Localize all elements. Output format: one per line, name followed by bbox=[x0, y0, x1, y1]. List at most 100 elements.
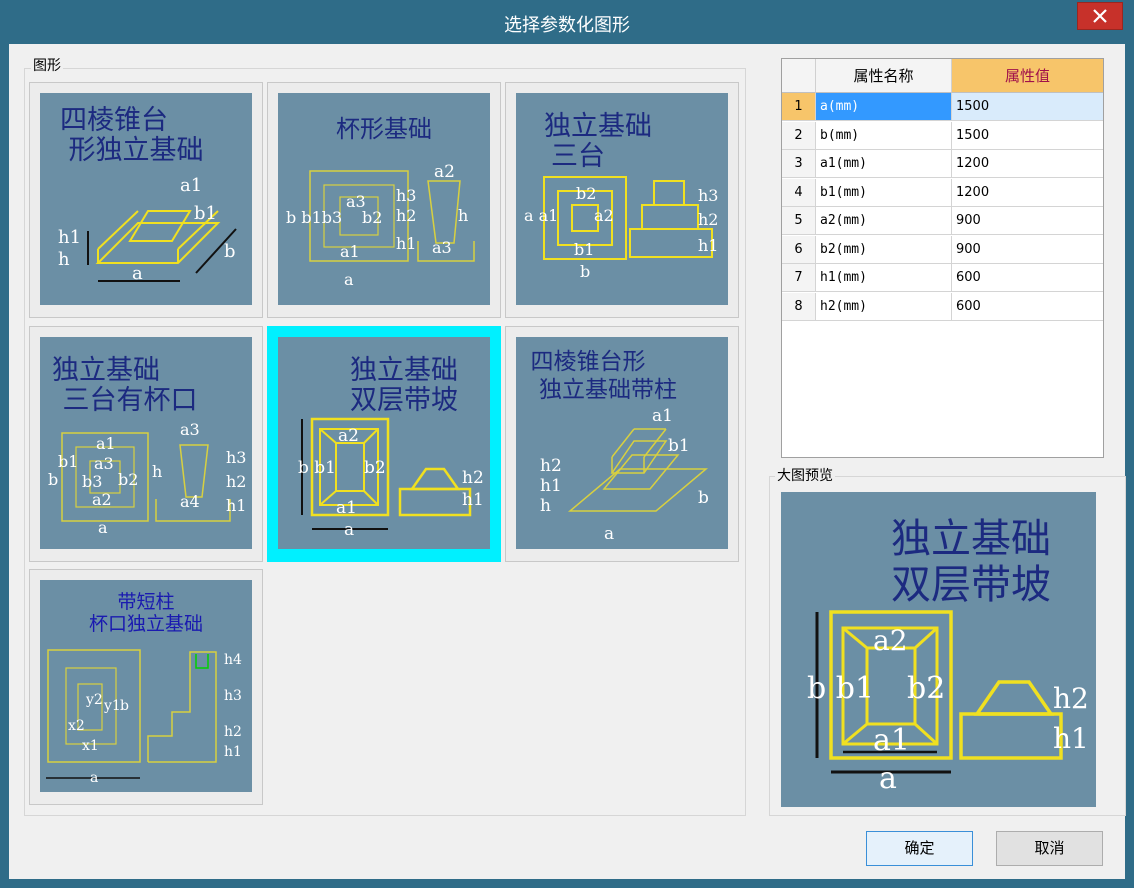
dim-label: a1 bbox=[652, 406, 673, 426]
preview-group-label: 大图预览 bbox=[775, 468, 835, 484]
property-name-cell[interactable]: b2(mm) bbox=[816, 235, 952, 264]
row-index-cell: 7 bbox=[782, 264, 816, 292]
dim-label: a a1 bbox=[524, 206, 558, 225]
property-value-cell[interactable]: 600 bbox=[952, 264, 1103, 292]
preview-dim-label: h2 bbox=[1053, 682, 1089, 715]
shape-tile-独立基础三台有杯口[interactable]: 独立基础 三台有杯口 a3 a1 b1 a3 b b3 b2 a2 h h3 h… bbox=[29, 326, 263, 562]
dim-label: y1 bbox=[103, 698, 121, 714]
preview-title-line: 独立基础 bbox=[891, 516, 1051, 562]
dim-label: a1 bbox=[96, 434, 116, 453]
dim-label: b2 bbox=[362, 208, 382, 227]
dim-label: h bbox=[458, 206, 468, 225]
property-value-cell[interactable]: 1200 bbox=[952, 150, 1103, 178]
shape-thumbnail: 杯形基础 a2 b b1b3 a3 b2 h3 h2 h1 h a1 a3 a bbox=[278, 93, 490, 305]
header-property-name[interactable]: 属性名称 bbox=[816, 59, 952, 93]
property-name-cell[interactable]: a(mm) bbox=[816, 93, 952, 121]
dim-label: b b1 bbox=[298, 458, 336, 478]
property-name-cell[interactable]: b(mm) bbox=[816, 121, 952, 150]
dim-label: b2 bbox=[118, 470, 138, 489]
ok-button[interactable]: 确定 bbox=[866, 831, 973, 866]
table-row[interactable]: 8 h2(mm) 600 bbox=[782, 292, 1103, 321]
tile-title-line: 三台 bbox=[551, 141, 605, 172]
property-name-cell[interactable]: b1(mm) bbox=[816, 178, 952, 207]
dim-label: h1 bbox=[226, 496, 246, 515]
property-name-cell[interactable]: h2(mm) bbox=[816, 292, 952, 321]
dim-label: a3 bbox=[432, 238, 452, 257]
row-index-cell: 4 bbox=[782, 178, 816, 207]
tile-title-line: 独立基础 bbox=[544, 111, 652, 142]
dim-label: b2 bbox=[576, 184, 596, 203]
header-property-value[interactable]: 属性值 bbox=[952, 59, 1103, 93]
dim-label: h1 bbox=[540, 476, 562, 496]
tile-title-line: 杯口独立基础 bbox=[89, 613, 203, 635]
dim-label: b bbox=[580, 262, 590, 281]
row-index-cell: 1 bbox=[782, 93, 816, 121]
preview-dim-label: h1 bbox=[1053, 722, 1089, 755]
title-bar: 选择参数化图形 bbox=[0, 0, 1134, 44]
dim-label: a1 bbox=[336, 498, 357, 518]
property-name-cell[interactable]: h1(mm) bbox=[816, 264, 952, 292]
dim-label: h bbox=[152, 462, 162, 481]
header-index-corner bbox=[782, 59, 816, 93]
dim-label: h2 bbox=[396, 206, 416, 225]
shape-thumbnail: 独立基础 三台 a a1 b2 a2 h3 h2 h1 b1 b bbox=[516, 93, 728, 305]
property-value-cell[interactable]: 1200 bbox=[952, 179, 1103, 207]
table-row[interactable]: 3 a1(mm) 1200 bbox=[782, 150, 1103, 178]
row-index-cell: 2 bbox=[782, 121, 816, 150]
dim-label: b bbox=[224, 241, 236, 262]
tile-title-line: 四棱锥台 bbox=[60, 105, 168, 136]
tile-title-line: 双层带坡 bbox=[350, 385, 458, 416]
dim-label: a3 bbox=[94, 454, 114, 473]
dim-label: h1 bbox=[698, 236, 718, 255]
property-value-cell[interactable]: 600 bbox=[952, 293, 1103, 321]
dim-label: h1 bbox=[58, 227, 81, 248]
property-name-cell[interactable]: a2(mm) bbox=[816, 207, 952, 235]
dim-label: a bbox=[98, 518, 108, 537]
table-row[interactable]: 2 b(mm) 1500 bbox=[782, 121, 1103, 150]
tile-title-line: 独立基础 bbox=[52, 355, 160, 386]
property-value-cell[interactable]: 900 bbox=[952, 236, 1103, 264]
dim-label: h3 bbox=[396, 186, 416, 205]
shape-tile-杯形基础[interactable]: 杯形基础 a2 b b1b3 a3 b2 h3 h2 h1 h a1 a3 a bbox=[267, 82, 501, 318]
shape-tile-四棱锥台形独立基础[interactable]: 四棱锥台 形独立基础 a1 b1 h1 h a b bbox=[29, 82, 263, 318]
tile-title-line: 四棱锥台形 bbox=[531, 349, 646, 375]
cancel-button[interactable]: 取消 bbox=[996, 831, 1103, 866]
property-value-cell[interactable]: 1500 bbox=[952, 93, 1103, 121]
dim-label: a3 bbox=[180, 420, 200, 439]
shape-tile-四棱锥台形独立基础带柱[interactable]: 四棱锥台形 独立基础带柱 a1 b1 h2 h1 h b a bbox=[505, 326, 739, 562]
table-row[interactable]: 5 a2(mm) 900 bbox=[782, 207, 1103, 235]
preview-image: 独立基础 双层带坡 a2 b b1 b2 h2 h1 a1 a bbox=[781, 492, 1096, 807]
dim-label: b1 bbox=[58, 452, 78, 471]
dim-label: b bbox=[48, 470, 58, 489]
dim-label: a bbox=[132, 263, 143, 284]
table-row[interactable]: 1 a(mm) 1500 bbox=[782, 93, 1103, 121]
shape-thumbnail: 独立基础 三台有杯口 a3 a1 b1 a3 b b3 b2 a2 h h3 h… bbox=[40, 337, 252, 549]
dim-label: b bbox=[120, 698, 129, 714]
tile-title-line: 带短柱 bbox=[117, 591, 174, 613]
dim-label: h2 bbox=[226, 472, 246, 491]
shape-tile-独立基础三台[interactable]: 独立基础 三台 a a1 b2 a2 h3 h2 h1 b1 b bbox=[505, 82, 739, 318]
dialog-client: 图形 四棱锥台 形独立基础 a1 b1 h1 h a b 杯形基础 a2 b b… bbox=[9, 44, 1126, 879]
dim-label: h bbox=[540, 496, 551, 516]
close-button[interactable] bbox=[1077, 2, 1123, 30]
window-title: 选择参数化图形 bbox=[504, 15, 630, 36]
dim-label: b1 bbox=[668, 436, 690, 456]
dim-label: b3 bbox=[82, 472, 102, 491]
shape-tile-带短柱杯口独立基础[interactable]: 带短柱 杯口独立基础 x2 y2 x1 y1 b h4 h3 h2 h1 a bbox=[29, 569, 263, 805]
property-name-cell[interactable]: a1(mm) bbox=[816, 150, 952, 178]
table-row[interactable]: 4 b1(mm) 1200 bbox=[782, 178, 1103, 207]
property-value-cell[interactable]: 900 bbox=[952, 207, 1103, 235]
dim-label: b bbox=[698, 488, 709, 508]
dim-label: a bbox=[604, 524, 614, 544]
row-index-cell: 5 bbox=[782, 207, 816, 235]
dim-label: h bbox=[58, 249, 70, 270]
table-row[interactable]: 7 h1(mm) 600 bbox=[782, 264, 1103, 292]
dim-label: a2 bbox=[92, 490, 112, 509]
dim-label: b2 bbox=[364, 458, 386, 478]
shape-tile-独立基础双层带坡[interactable]: 独立基础 双层带坡 a2 b b1 b2 h2 h1 a1 a bbox=[267, 326, 501, 562]
dim-label: a2 bbox=[434, 162, 455, 182]
dim-label: a1 bbox=[340, 242, 360, 261]
property-value-cell[interactable]: 1500 bbox=[952, 122, 1103, 150]
dim-label: h1 bbox=[224, 744, 242, 760]
table-row[interactable]: 6 b2(mm) 900 bbox=[782, 235, 1103, 264]
